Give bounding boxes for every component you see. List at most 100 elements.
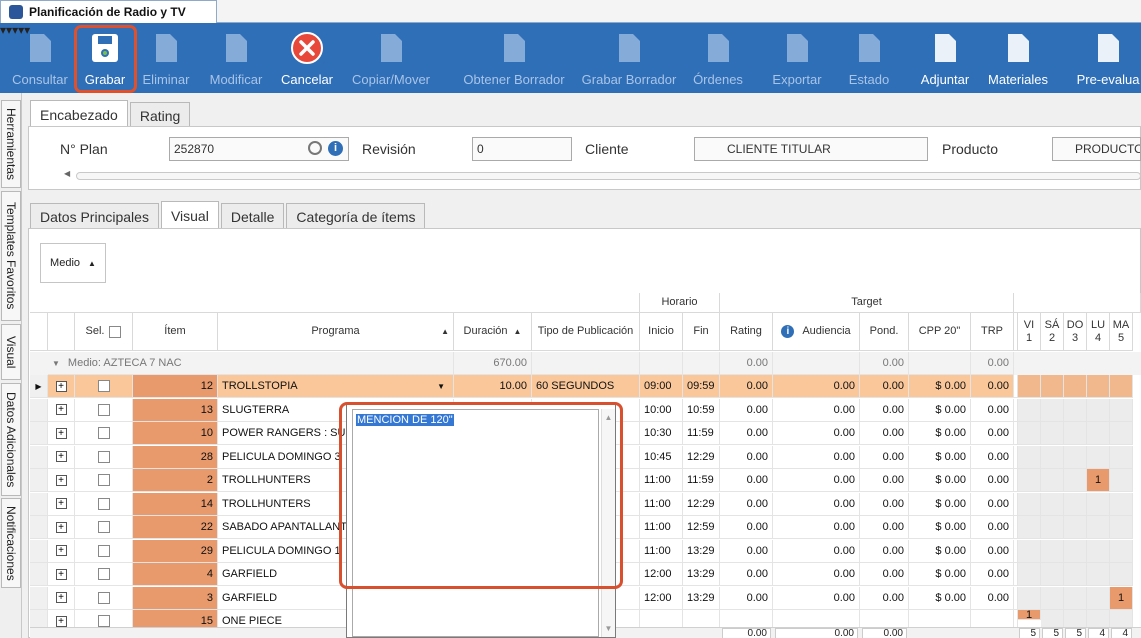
fin-cell[interactable]: 11:59 [683, 469, 720, 492]
audiencia-cell[interactable]: 0.00 [773, 516, 860, 539]
rating-cell[interactable]: 0.00 [720, 469, 773, 492]
row-checkbox[interactable] [97, 521, 110, 533]
revision-field[interactable]: 0 [472, 137, 572, 161]
rating-cell[interactable]: 0.00 [720, 398, 773, 422]
pond-cell[interactable]: 0.00 [860, 422, 909, 445]
medio-group-button[interactable]: Medio ▲ [40, 243, 106, 283]
fin-cell[interactable]: 12:29 [683, 445, 720, 469]
audiencia-cell[interactable]: 0.00 [773, 445, 860, 469]
audiencia-cell[interactable]: 0.00 [773, 375, 860, 398]
toolbar-modificar-button[interactable]: Modificar [196, 23, 276, 93]
toolbar-adjuntar-button[interactable]: Adjuntar [905, 23, 985, 93]
item-cell[interactable]: 3 [133, 586, 218, 610]
day-cell[interactable] [1018, 492, 1041, 516]
trp-cell[interactable]: 0.00 [971, 516, 1014, 539]
item-cell[interactable]: 4 [133, 563, 218, 586]
row-checkbox[interactable] [97, 544, 110, 557]
fin-cell[interactable]: 12:29 [683, 492, 720, 516]
day-cell[interactable] [1041, 563, 1064, 586]
day-cell[interactable] [1064, 398, 1087, 422]
duracion-cell[interactable]: 10.00 [454, 375, 532, 398]
select-cell[interactable] [75, 375, 133, 398]
cpp-cell[interactable]: $ 0.00 [909, 492, 971, 516]
fin-cell[interactable]: 09:59 [683, 375, 720, 398]
item-cell[interactable]: 12 [133, 375, 218, 398]
day-cell[interactable] [1087, 516, 1110, 539]
day-cell[interactable] [1041, 492, 1064, 516]
expand-icon[interactable]: + [55, 380, 67, 392]
day-cell[interactable] [1041, 539, 1064, 563]
row-checkbox[interactable] [97, 568, 110, 580]
expand-cell[interactable]: + [48, 445, 75, 469]
cliente-field[interactable]: CLIENTE TITULAR [694, 137, 928, 161]
day-cell[interactable] [1018, 445, 1041, 469]
trp-cell[interactable]: 0.00 [971, 445, 1014, 469]
sidebar-tab-templates-favoritos[interactable]: Templates Favoritos [1, 191, 21, 321]
day-cell[interactable] [1110, 445, 1133, 469]
inicio-cell[interactable]: 11:00 [640, 539, 683, 563]
day-cell[interactable] [1110, 492, 1133, 516]
day-cell[interactable] [1041, 422, 1064, 445]
trp-cell[interactable]: 0.00 [971, 539, 1014, 563]
subtab-detalle[interactable]: Detalle [220, 203, 285, 229]
toolbar-copiar-mover-button[interactable]: Copiar/Mover [351, 23, 431, 93]
rating-cell[interactable]: 0.00 [720, 422, 773, 445]
trp-cell[interactable]: 0.00 [971, 469, 1014, 492]
row-checkbox[interactable] [97, 450, 110, 463]
select-all-checkbox[interactable] [109, 325, 122, 338]
expand-cell[interactable]: + [48, 398, 75, 422]
inicio-cell[interactable]: 10:00 [640, 398, 683, 422]
select-cell[interactable] [75, 563, 133, 586]
day-cell[interactable] [1110, 375, 1133, 398]
toolbar-estado-button[interactable]: Estado [829, 23, 909, 93]
expand-cell[interactable]: + [48, 492, 75, 516]
inicio-cell[interactable]: 11:00 [640, 492, 683, 516]
select-cell[interactable] [75, 492, 133, 516]
table-row[interactable]: ▶ +12 TROLLSTOPIA ▼ 10.00 60 SEGUNDOS 09:00 09:… [30, 375, 1141, 398]
cpp-cell[interactable]: $ 0.00 [909, 375, 971, 398]
toolbar-grabar-borrador-button[interactable]: Grabar Borrador [582, 23, 676, 93]
tab-rating[interactable]: Rating [129, 102, 191, 128]
producto-field[interactable]: PRODUCTO [1052, 137, 1141, 161]
day-cell[interactable] [1041, 516, 1064, 539]
day-cell[interactable] [1110, 398, 1133, 422]
select-cell[interactable] [75, 586, 133, 610]
day-cell[interactable] [1041, 375, 1064, 398]
day-cell[interactable] [1018, 539, 1041, 563]
select-cell[interactable] [75, 398, 133, 422]
day-cell[interactable] [1087, 563, 1110, 586]
day-cell[interactable] [1018, 516, 1041, 539]
item-cell[interactable]: 10 [133, 422, 218, 445]
select-cell[interactable] [75, 469, 133, 492]
fin-cell[interactable]: 10:59 [683, 398, 720, 422]
row-checkbox[interactable] [97, 497, 110, 510]
inicio-cell[interactable]: 10:45 [640, 445, 683, 469]
rating-cell[interactable]: 0.00 [720, 492, 773, 516]
toolbar--rdenes-button[interactable]: Órdenes [678, 23, 758, 93]
info-icon[interactable]: i [328, 141, 343, 156]
fin-cell[interactable]: 13:29 [683, 586, 720, 610]
rating-cell[interactable]: 0.00 [720, 563, 773, 586]
chevron-down-icon[interactable]: ▼ [437, 382, 445, 391]
expand-icon[interactable]: + [55, 521, 67, 533]
toolbar-cancelar-button[interactable]: Cancelar [267, 23, 347, 93]
fin-cell[interactable]: 11:59 [683, 422, 720, 445]
day-cell[interactable] [1110, 516, 1133, 539]
collapse-icon[interactable]: ▼ [52, 359, 60, 368]
scroll-down-icon[interactable]: ▼ [602, 624, 615, 633]
day-cell[interactable] [1087, 398, 1110, 422]
day-cell[interactable] [1087, 492, 1110, 516]
day-cell[interactable] [1041, 398, 1064, 422]
expand-cell[interactable]: + [48, 539, 75, 563]
scroll-left-icon[interactable]: ◀ [64, 169, 70, 178]
expand-icon[interactable]: + [55, 545, 67, 556]
day-cell[interactable] [1064, 539, 1087, 563]
sort-asc-icon[interactable]: ▲ [514, 327, 522, 336]
tipo-cell[interactable]: 60 SEGUNDOS [532, 375, 640, 398]
audiencia-cell[interactable]: 0.00 [773, 563, 860, 586]
subtab-categor-a-de-tems[interactable]: Categoría de ítems [286, 203, 426, 229]
toolbar-eliminar-button[interactable]: Eliminar [126, 23, 206, 93]
expand-icon[interactable]: + [55, 592, 67, 603]
pond-cell[interactable]: 0.00 [860, 375, 909, 398]
inicio-cell[interactable]: 12:00 [640, 563, 683, 586]
